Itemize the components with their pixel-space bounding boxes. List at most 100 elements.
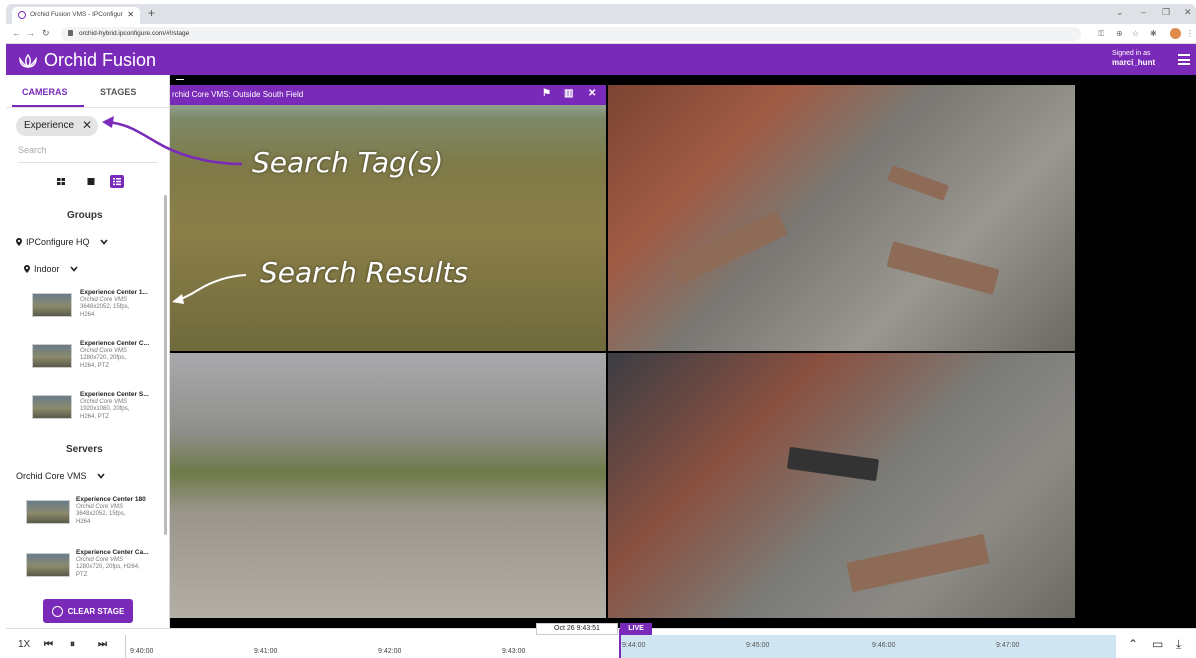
camera-spec: H264: [76, 518, 91, 525]
app-logo[interactable]: Orchid Fusion: [18, 50, 156, 71]
profile-avatar[interactable]: [1170, 28, 1181, 39]
key-icon[interactable]: ⚿: [1098, 29, 1104, 39]
browser-menu-icon[interactable]: ⋮: [1186, 29, 1194, 38]
patio-furniture: [786, 446, 880, 482]
camera-spec: 1280x720, 20fps,: [80, 355, 127, 362]
hamburger-menu-icon[interactable]: [1178, 54, 1190, 68]
picnic-table: [668, 210, 788, 286]
list-view-icon[interactable]: [110, 175, 124, 188]
lotus-icon: [19, 53, 37, 68]
minimize-icon[interactable]: –: [1141, 7, 1146, 17]
close-tile-icon[interactable]: ✕: [588, 88, 596, 99]
url-text: orchid-hybrid.ipconfigure.com/#!/stage: [79, 30, 190, 37]
camera-list-item[interactable]: Experience Center C... Orchid Core VMS 1…: [32, 340, 172, 380]
camera-spec: 3648x2052, 15fps,: [76, 511, 126, 518]
skip-forward-icon[interactable]: ⏭: [98, 639, 107, 650]
new-tab-icon[interactable]: +: [148, 6, 155, 20]
grid-view-icon[interactable]: [54, 175, 68, 188]
video-tile-outside-south-field[interactable]: [170, 85, 606, 351]
camera-spec: 3648x2052, 15fps,: [80, 304, 130, 311]
camera-list-item[interactable]: Experience Center 1... Orchid Core VMS 3…: [32, 289, 172, 329]
camera-title: Experience Center S...: [80, 391, 149, 398]
camera-list-item[interactable]: Experience Center S... Orchid Core VMS 1…: [32, 391, 172, 431]
tab-search-chevron-icon[interactable]: ⌄: [1116, 7, 1124, 18]
browser-tab[interactable]: Orchid Fusion VMS - IPConfigur ✕: [12, 7, 140, 24]
recycle-icon: [51, 605, 63, 617]
address-bar[interactable]: orchid-hybrid.ipconfigure.com/#!/stage: [61, 27, 1081, 41]
camera-thumbnail: [26, 500, 70, 524]
camera-server: Orchid Core VMS: [80, 296, 128, 303]
servers-heading: Servers: [66, 444, 103, 455]
sidebar-scrollbar[interactable]: [164, 195, 167, 535]
picnic-table: [887, 165, 949, 201]
timeline-past[interactable]: 9:40:00 9:41:00 9:42:00 9:43:00: [125, 635, 619, 658]
camera-thumbnail: [32, 293, 72, 317]
camera-server: Orchid Core VMS: [76, 556, 124, 563]
extensions-icon[interactable]: ✱: [1150, 29, 1157, 38]
browser-tabstrip: Orchid Fusion VMS - IPConfigur ✕ + ⌄ – ❐…: [6, 4, 1196, 24]
pause-icon[interactable]: ⏸: [70, 639, 75, 650]
tab-cameras[interactable]: CAMERAS: [22, 87, 68, 97]
single-view-icon[interactable]: [84, 175, 98, 188]
group-indoor[interactable]: Indoor: [24, 264, 78, 274]
app-header: Orchid Fusion Signed in as marci_hunt: [6, 44, 1196, 75]
search-input[interactable]: Search: [18, 145, 158, 163]
video-tile-courtyard[interactable]: [608, 85, 1075, 351]
camera-spec: 1280x720, 20fps, H264,: [76, 564, 140, 571]
camera-thumbnail: [26, 553, 70, 577]
location-pin-icon: [24, 265, 30, 273]
time-tick-label: 9:41:00: [254, 648, 278, 655]
time-tick-label: 9:42:00: [378, 648, 402, 655]
group-ipconfigure-hq[interactable]: IPConfigure HQ: [16, 237, 108, 247]
app-name: Orchid Fusion: [44, 50, 157, 70]
camera-title: Experience Center 1...: [80, 289, 148, 296]
skip-back-icon[interactable]: ⏮: [44, 639, 53, 650]
server-label: Orchid Core VMS: [16, 471, 87, 481]
camera-list-item[interactable]: Experience Center 180 Orchid Core VMS 36…: [26, 496, 166, 536]
maximize-icon[interactable]: ❐: [1162, 7, 1170, 18]
chevron-down-icon[interactable]: [96, 473, 105, 479]
search-tag-chip[interactable]: Experience ✕: [16, 116, 98, 136]
download-icon[interactable]: ⤓: [1176, 637, 1181, 652]
reload-icon[interactable]: ↻: [42, 28, 50, 39]
sidebar: CAMERAS STAGES Experience ✕ Search Group…: [6, 75, 170, 628]
video-tile-patio[interactable]: [608, 353, 1075, 618]
camera-title: Experience Center Ca...: [76, 549, 149, 556]
ptz-icon[interactable]: ⚑: [542, 88, 551, 99]
camera-spec: 1920x1080, 20fps,: [80, 406, 130, 413]
camera-server: Orchid Core VMS: [80, 398, 128, 405]
camera-title: Experience Center 180: [76, 496, 146, 503]
chevron-up-icon[interactable]: ⌃: [1128, 637, 1138, 651]
bookmark-star-icon[interactable]: ☆: [1132, 29, 1139, 38]
picnic-table: [886, 241, 1000, 295]
back-icon[interactable]: ←: [12, 28, 21, 38]
close-window-icon[interactable]: ✕: [1184, 7, 1192, 18]
collapse-sidebar-icon[interactable]: [176, 79, 184, 80]
calendar-icon[interactable]: ▭: [1152, 637, 1163, 651]
zoom-icon[interactable]: ⊕: [1116, 29, 1123, 38]
stats-icon[interactable]: ▥: [564, 88, 573, 99]
location-pin-icon: [16, 238, 22, 246]
clear-stage-label: CLEAR STAGE: [67, 606, 125, 616]
playback-speed[interactable]: 1X: [18, 639, 30, 650]
chevron-down-icon[interactable]: [69, 266, 78, 272]
video-tile-header: rchid Core VMS: Outside South Field ⚑ ▥ …: [170, 85, 606, 105]
live-badge[interactable]: LIVE: [620, 623, 652, 635]
camera-spec: H264: [80, 311, 95, 318]
server-orchid-core-vms[interactable]: Orchid Core VMS: [16, 471, 105, 481]
clear-stage-button[interactable]: CLEAR STAGE: [43, 599, 133, 623]
video-tile-garage[interactable]: [170, 353, 606, 618]
time-tick-label: 9:45:00: [746, 642, 770, 649]
tab-stages[interactable]: STAGES: [100, 87, 136, 97]
close-tab-icon[interactable]: ✕: [127, 10, 134, 19]
username: marci_hunt: [1112, 58, 1156, 67]
time-tick-label: 9:44:00: [622, 642, 646, 649]
timeline-future[interactable]: 9:44:00 9:45:00 9:46:00 9:47:00: [620, 635, 1116, 658]
chevron-down-icon[interactable]: [99, 239, 108, 245]
remove-tag-icon[interactable]: ✕: [82, 118, 92, 132]
current-time-label: Oct 26 9:43:51: [536, 623, 618, 635]
camera-list-item[interactable]: Experience Center Ca... Orchid Core VMS …: [26, 549, 166, 589]
forward-icon[interactable]: →: [26, 28, 35, 38]
time-tick-label: 9:47:00: [996, 642, 1020, 649]
camera-thumbnail: [32, 395, 72, 419]
